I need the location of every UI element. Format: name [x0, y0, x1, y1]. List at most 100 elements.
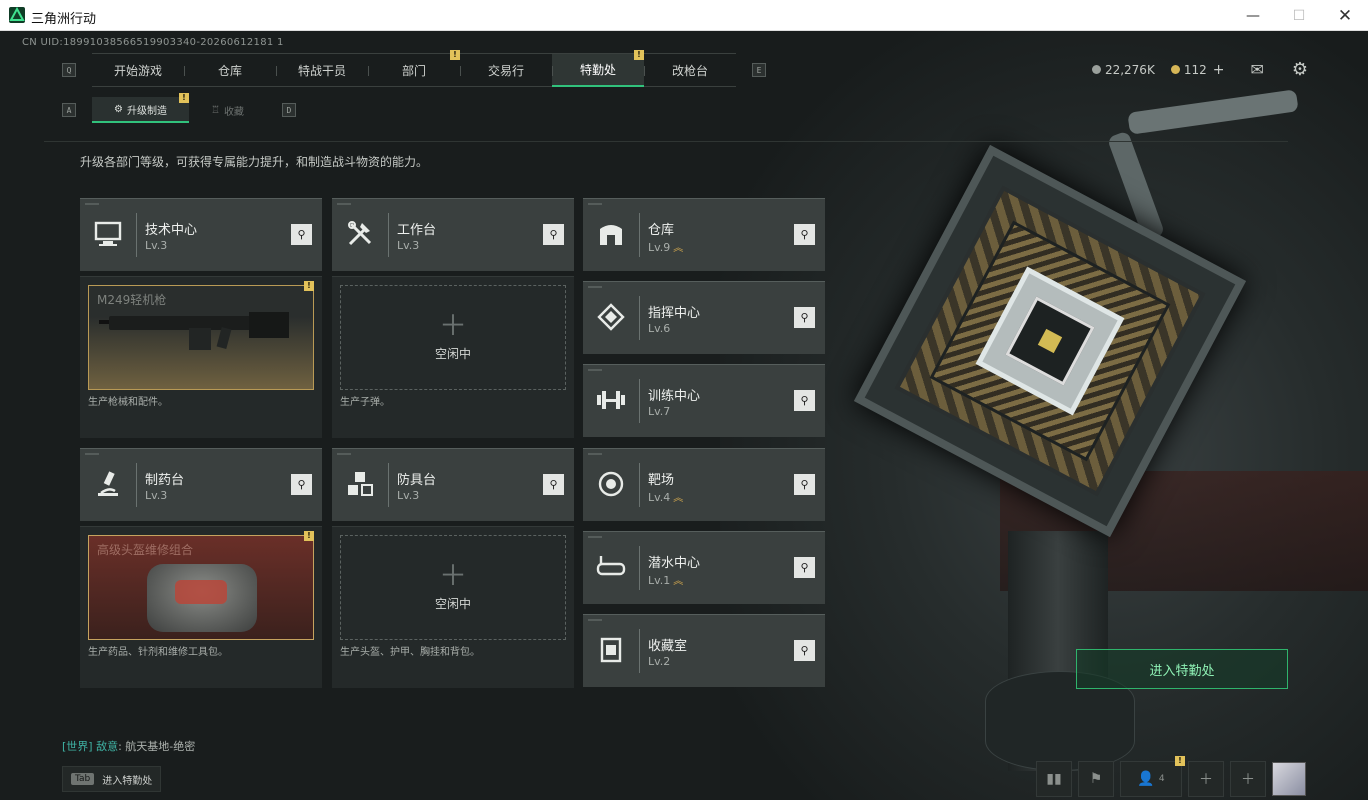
tab-operators[interactable]: 特战干员: [276, 54, 368, 87]
facility-level: Lv.3: [145, 239, 168, 252]
tab-key: Tab: [71, 773, 95, 785]
game-viewport: CN UID:18991038566519903340-20260612181 …: [0, 31, 1368, 800]
header-divider: [44, 141, 1288, 142]
silver-coin-icon: [1091, 65, 1101, 74]
search-icon[interactable]: ⚲: [794, 307, 815, 328]
settings-gear-icon[interactable]: ⚙: [1292, 59, 1308, 80]
chat-user: 敌意: [96, 740, 119, 753]
upgrade-arrow-icon: ︽: [673, 576, 684, 587]
maximize-button[interactable]: ☐: [1276, 0, 1322, 31]
search-icon[interactable]: ⚲: [794, 557, 815, 578]
facility-card-command[interactable]: 指挥中心 Lv.6 ⚲: [583, 281, 825, 354]
notification-badge: !: [450, 50, 460, 60]
microscope-icon: [90, 466, 126, 502]
production-panel-tech[interactable]: M249轻机枪 ! 生产枪械和配件。: [80, 276, 322, 438]
tab-special-ops[interactable]: 特勤处!: [552, 50, 644, 87]
tab-hint-button[interactable]: Tab 进入特勤处: [62, 766, 162, 792]
subtab-collection[interactable]: ♖ 收藏: [189, 97, 266, 123]
production-item-image[interactable]: 高级头盔维修组合: [88, 535, 314, 640]
production-panel-armor[interactable]: ＋ 空闲中 生产头盔、护甲、胸挂和背包。: [332, 526, 574, 688]
add-icon: ＋: [438, 309, 467, 342]
sub-nav: A ⚙ 升级制造 ! ♖ 收藏 D: [62, 93, 296, 123]
collection-icon: [593, 632, 629, 668]
facility-name: 训练中心: [648, 389, 701, 404]
facility-card-warehouse[interactable]: 仓库 Lv.9 ︽ ⚲: [583, 198, 825, 271]
production-description: 生产头盔、护甲、胸挂和背包。: [340, 647, 480, 658]
silver-currency: 22,276K: [1091, 63, 1155, 77]
search-icon[interactable]: ⚲: [794, 474, 815, 495]
tab-start-game[interactable]: 开始游戏: [92, 54, 184, 87]
facility-card-training[interactable]: 训练中心 Lv.7 ⚲: [583, 364, 825, 437]
facility-name: 靶场: [648, 473, 675, 488]
notification-badge: !: [304, 531, 314, 541]
idle-label: 空闲中: [434, 347, 471, 361]
computer-icon: [90, 216, 126, 252]
subnav-left-key: A: [62, 103, 76, 117]
search-icon[interactable]: ⚲: [794, 224, 815, 245]
production-panel-pharma[interactable]: 高级头盔维修组合 ! 生产药品、针剂和维修工具包。: [80, 526, 322, 688]
facility-card-collection[interactable]: 收藏室 Lv.2 ⚲: [583, 614, 825, 687]
subtab-upgrade-craft[interactable]: ⚙ 升级制造 !: [92, 93, 189, 123]
facility-card-pharma[interactable]: 制药台 Lv.3 ⚲: [80, 448, 322, 521]
facility-card-tech[interactable]: 技术中心 Lv.3 ⚲: [80, 198, 322, 271]
facility-card-workbench[interactable]: 工作台 Lv.3 ⚲: [332, 198, 574, 271]
facility-name: 防具台: [397, 473, 437, 488]
idle-slot[interactable]: ＋ 空闲中: [340, 285, 566, 390]
command-icon: [593, 299, 629, 335]
close-button[interactable]: ✕: [1322, 0, 1368, 31]
search-icon[interactable]: ⚲: [543, 224, 564, 245]
tools-icon: [342, 216, 378, 252]
search-icon[interactable]: ⚲: [291, 474, 312, 495]
facility-name: 仓库: [648, 223, 675, 238]
tab-warehouse[interactable]: 仓库: [184, 54, 276, 87]
uid-label: CN UID:18991038566519903340-20260612181 …: [22, 37, 284, 48]
tab-department[interactable]: 部门!: [368, 50, 460, 87]
facility-level: Lv.9 ︽: [648, 241, 684, 254]
facility-card-diving[interactable]: 潜水中心 Lv.1 ︽ ⚲: [583, 531, 825, 604]
production-item-image[interactable]: M249轻机枪: [88, 285, 314, 390]
notification-badge: !: [178, 93, 189, 103]
search-icon[interactable]: ⚲: [291, 224, 312, 245]
idle-slot[interactable]: ＋ 空闲中: [340, 535, 566, 640]
gold-coin-icon: [1170, 65, 1180, 74]
search-icon[interactable]: ⚲: [543, 474, 564, 495]
facility-card-armor[interactable]: 防具台 Lv.3 ⚲: [332, 448, 574, 521]
mail-icon[interactable]: ✉: [1250, 60, 1263, 79]
facility-name: 潜水中心: [648, 556, 701, 571]
add-currency-button[interactable]: +: [1213, 62, 1225, 78]
search-icon[interactable]: ⚲: [794, 390, 815, 411]
friends-button[interactable]: 👤 4 !: [1120, 756, 1185, 797]
cubes-icon: [342, 466, 378, 502]
production-panel-workbench[interactable]: ＋ 空闲中 生产子弹。: [332, 276, 574, 438]
facility-level: Lv.1 ︽: [648, 574, 684, 587]
facility-card-range[interactable]: 靶场 Lv.4 ︽ ⚲: [583, 448, 825, 521]
facility-level: Lv.3: [397, 239, 420, 252]
minimize-button[interactable]: —: [1230, 0, 1276, 31]
notification-badge: !: [1175, 756, 1185, 766]
search-icon[interactable]: ⚲: [794, 640, 815, 661]
warehouse-icon: [593, 216, 629, 252]
facility-level: Lv.3: [397, 489, 420, 502]
add-slot-button[interactable]: ＋: [1230, 761, 1266, 797]
main-nav: Q 开始游戏 仓库 特战干员 部门! 交易行 特勤处! 改枪台 E: [62, 50, 766, 87]
notification-badge: !: [634, 50, 644, 60]
facility-level: Lv.6: [648, 322, 671, 335]
diving-mask-icon: [593, 549, 629, 585]
avatar[interactable]: [1272, 762, 1306, 796]
tab-hint-label: 进入特勤处: [102, 775, 153, 787]
flag-icon[interactable]: ⚑: [1078, 761, 1114, 797]
trophy-icon: ♖: [210, 104, 220, 116]
add-slot-button[interactable]: ＋: [1188, 761, 1224, 797]
nav-right-key: E: [752, 63, 766, 77]
tab-gunsmith[interactable]: 改枪台: [644, 54, 736, 87]
facility-name: 指挥中心: [648, 306, 701, 321]
main-nav-tabs: 开始游戏 仓库 特战干员 部门! 交易行 特勤处! 改枪台: [92, 50, 736, 87]
enter-special-ops-button[interactable]: 进入特勤处: [1076, 649, 1288, 689]
stats-bar-chart-icon[interactable]: ▮▮: [1036, 761, 1072, 797]
chat-channel: [世界]: [62, 740, 93, 753]
add-icon: ＋: [438, 559, 467, 592]
facility-level: Lv.4 ︽: [648, 491, 684, 504]
page-description: 升级各部门等级，可获得专属能力提升，和制造战斗物资的能力。: [80, 155, 429, 169]
chat-line[interactable]: [世界] 敌意: 航天基地-绝密: [62, 738, 195, 754]
tab-trading[interactable]: 交易行: [460, 54, 552, 87]
